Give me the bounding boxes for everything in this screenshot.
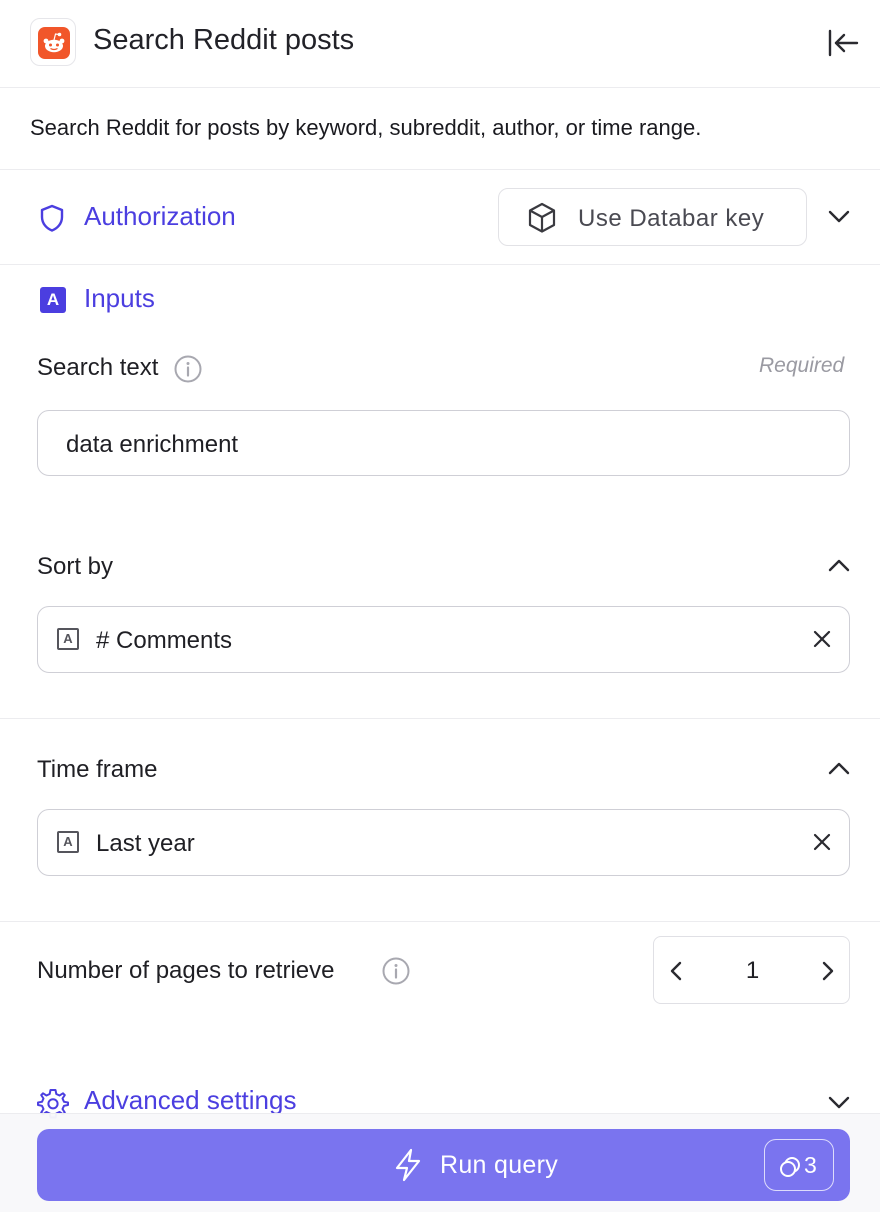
search-text-value: data enrichment bbox=[66, 431, 239, 458]
inputs-title: Inputs bbox=[84, 283, 155, 313]
divider bbox=[0, 169, 880, 170]
search-text-info-icon[interactable] bbox=[173, 354, 203, 389]
coins-icon bbox=[780, 1157, 800, 1177]
panel-footer: Run query 3 bbox=[0, 1113, 880, 1212]
reddit-logo-icon bbox=[30, 18, 76, 66]
time-frame-select[interactable]: A Last year bbox=[37, 809, 850, 876]
sort-by-collapse-chevron-up-icon[interactable] bbox=[826, 556, 852, 581]
enrichment-description: Search Reddit for posts by keyword, subr… bbox=[30, 115, 702, 140]
search-text-input[interactable]: data enrichment bbox=[37, 410, 850, 476]
pages-info-icon[interactable] bbox=[381, 956, 411, 991]
authorization-title[interactable]: Authorization bbox=[84, 201, 236, 232]
credits-badge: 3 bbox=[764, 1139, 834, 1191]
time-frame-value: Last year bbox=[96, 830, 195, 857]
shield-icon bbox=[38, 203, 66, 238]
credits-count: 3 bbox=[804, 1152, 817, 1178]
page-title: Search Reddit posts bbox=[93, 24, 355, 56]
pages-label: Number of pages to retrieve bbox=[37, 957, 335, 984]
sort-by-select[interactable]: A # Comments bbox=[37, 606, 850, 673]
pages-stepper[interactable]: 1 bbox=[653, 936, 850, 1004]
advanced-settings-title[interactable]: Advanced settings bbox=[84, 1085, 296, 1116]
search-text-label: Search text bbox=[37, 354, 159, 381]
divider bbox=[0, 264, 880, 265]
required-label: Required bbox=[759, 354, 845, 377]
collapse-panel-button[interactable] bbox=[822, 26, 862, 60]
sort-by-clear-icon[interactable] bbox=[811, 628, 833, 655]
sort-by-label: Sort by bbox=[37, 553, 114, 580]
panel-header: Search Reddit posts bbox=[0, 0, 880, 88]
time-frame-clear-icon[interactable] bbox=[811, 831, 833, 858]
run-query-label: Run query bbox=[440, 1151, 559, 1179]
run-query-button[interactable]: Run query 3 bbox=[37, 1129, 850, 1201]
divider bbox=[0, 921, 880, 922]
lightning-icon bbox=[395, 1148, 421, 1182]
time-frame-collapse-chevron-up-icon[interactable] bbox=[826, 759, 852, 784]
sort-by-value: # Comments bbox=[96, 627, 233, 654]
increment-chevron-right-icon[interactable] bbox=[818, 959, 838, 988]
authorization-expand-chevron-down-icon[interactable] bbox=[826, 206, 852, 231]
collapse-left-icon bbox=[828, 29, 859, 57]
time-frame-label: Time frame bbox=[37, 756, 158, 783]
inputs-icon: A bbox=[40, 287, 66, 313]
divider bbox=[0, 718, 880, 719]
cube-icon bbox=[528, 202, 556, 233]
use-databar-key-label: Use Databar key bbox=[578, 205, 765, 232]
text-type-icon: A bbox=[57, 628, 79, 650]
text-type-icon: A bbox=[57, 831, 79, 853]
use-databar-key-button[interactable]: Use Databar key bbox=[498, 188, 807, 246]
